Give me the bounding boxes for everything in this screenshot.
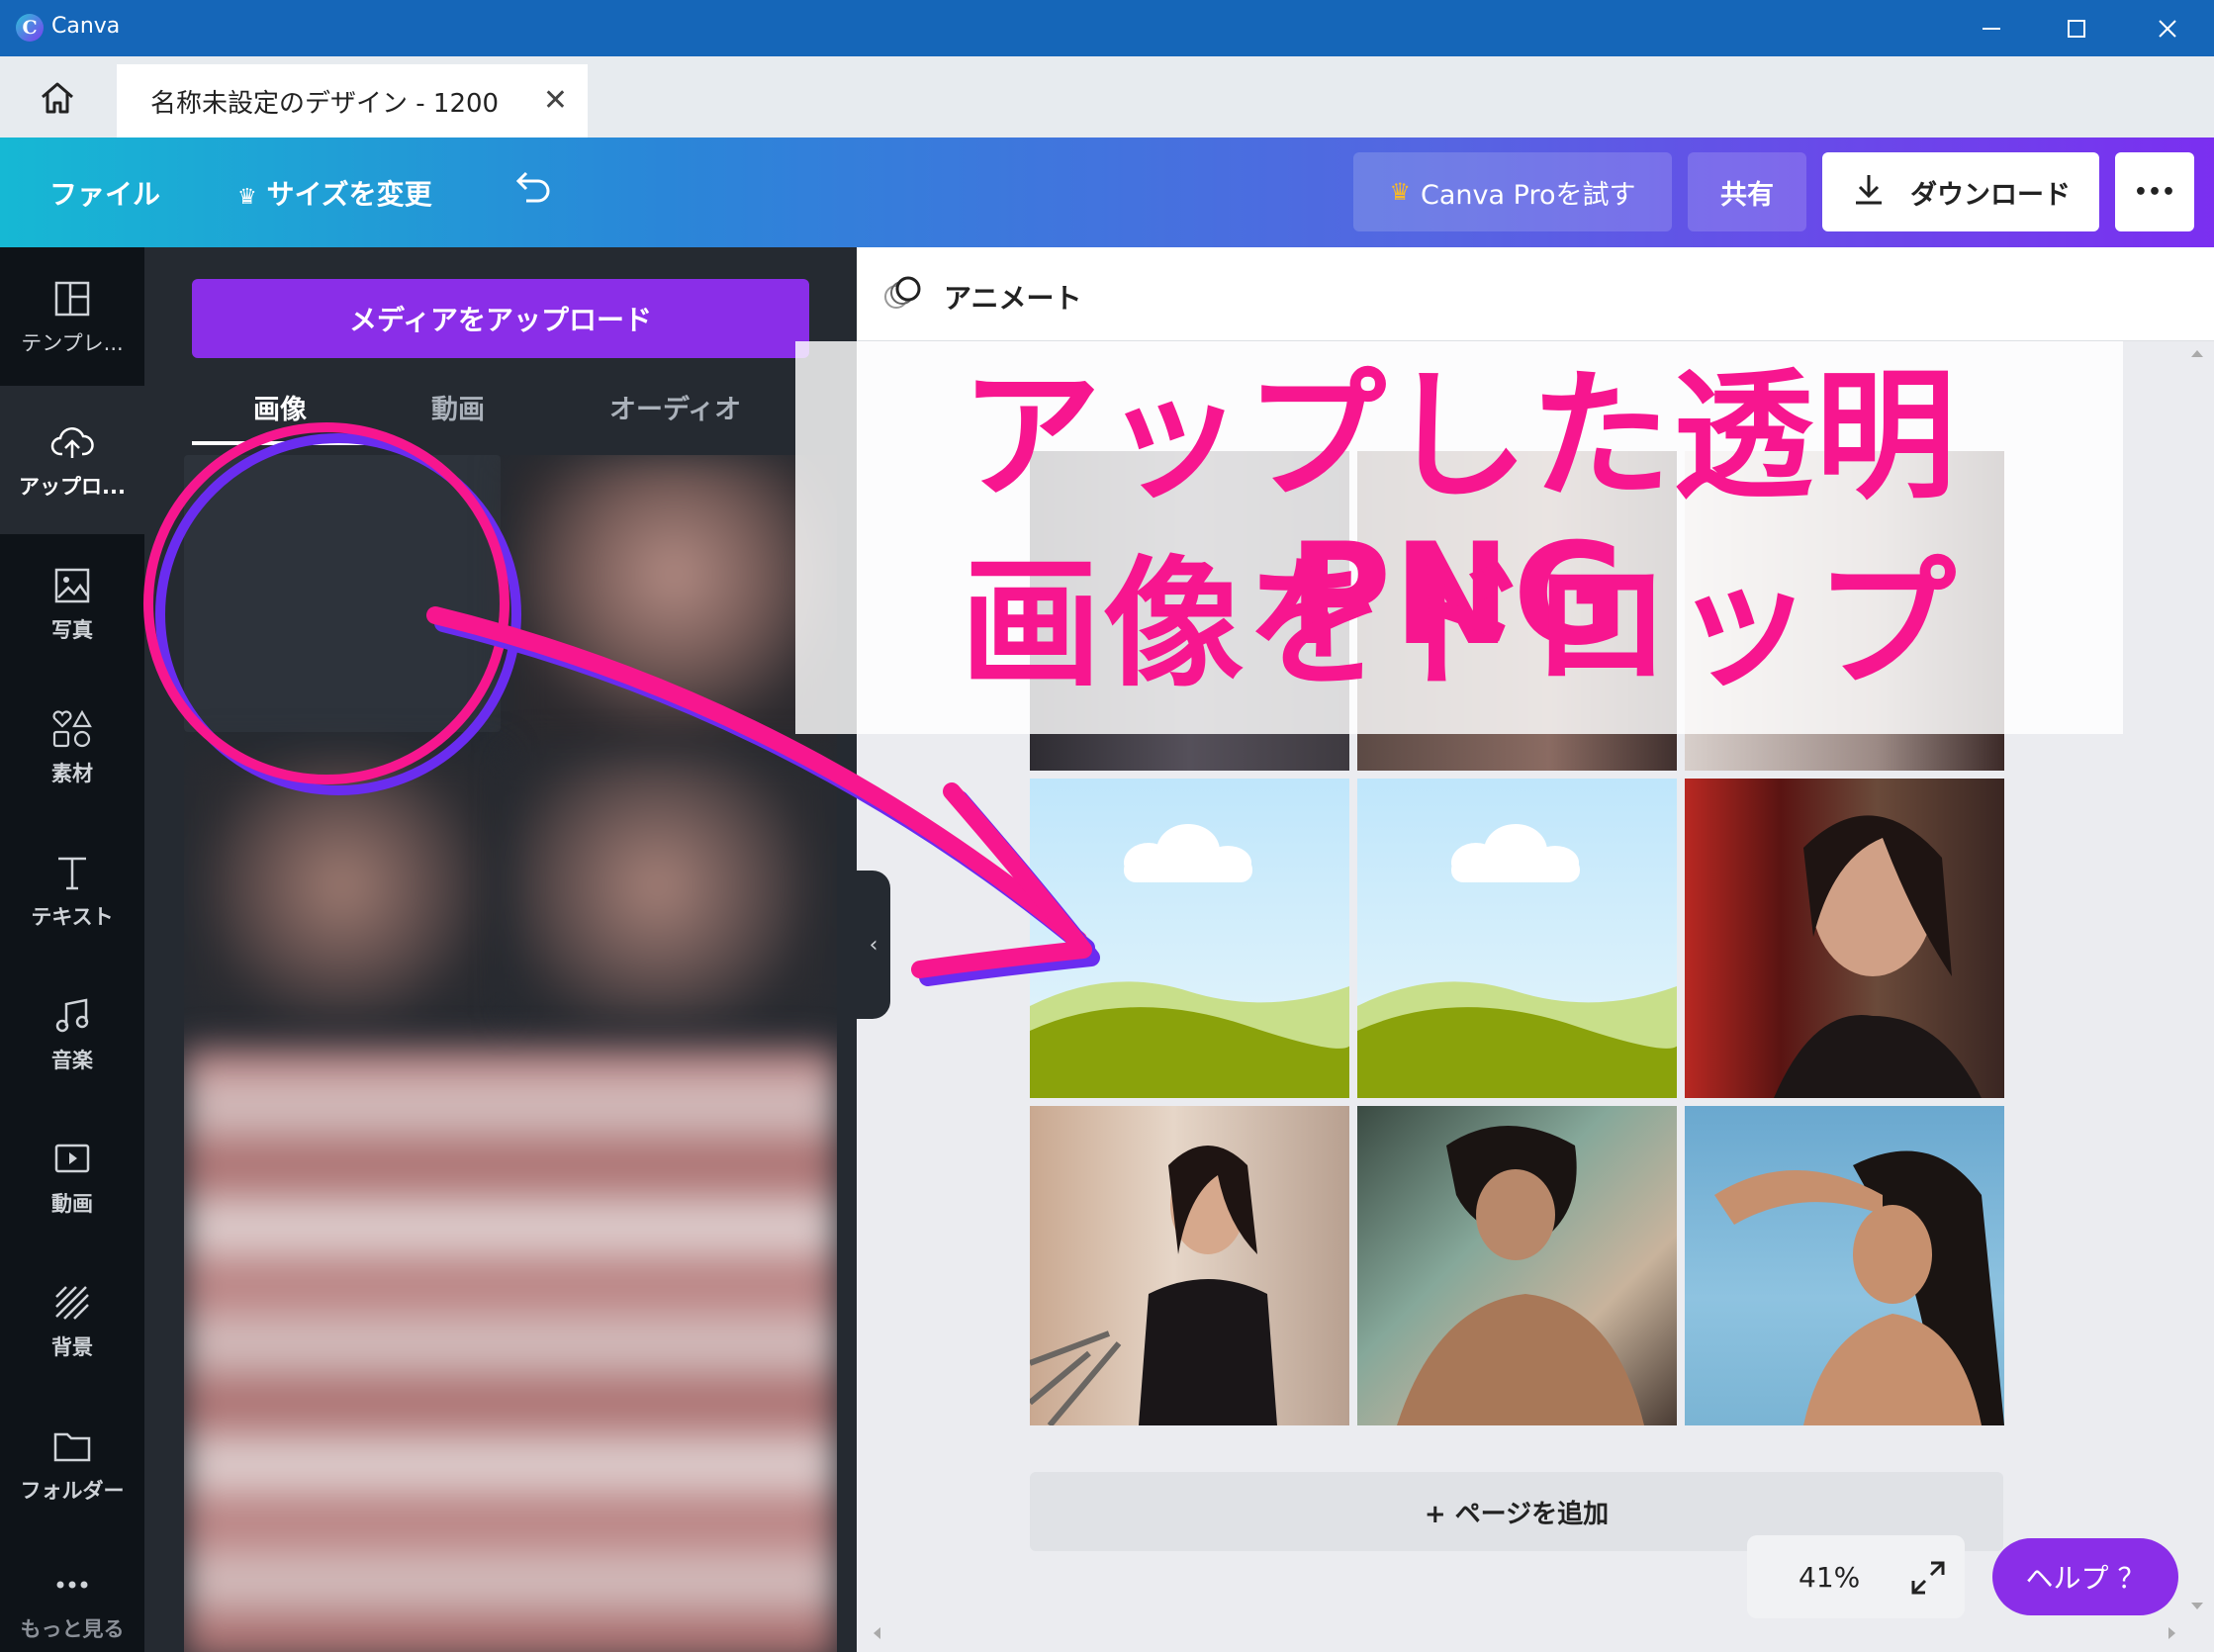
upload-cloud-icon	[49, 419, 95, 465]
uploaded-image-blurred[interactable]	[510, 455, 837, 752]
collapse-panel-chevron-icon[interactable]: ‹	[857, 871, 890, 1019]
rail-item-elements[interactable]: 素材	[0, 678, 144, 816]
home-icon[interactable]	[22, 74, 93, 122]
file-menu[interactable]: ファイル	[49, 173, 160, 213]
tab-images[interactable]: 画像	[253, 388, 307, 426]
grid-photo-woman-portrait[interactable]	[1685, 779, 2004, 1098]
share-button[interactable]: 共有	[1688, 152, 1806, 231]
rail-item-text[interactable]: テキスト	[0, 821, 144, 960]
tab-audio[interactable]: オーディオ	[609, 388, 741, 426]
zoom-level[interactable]: 41%	[1799, 1561, 1860, 1594]
annotation-line-2: 画像をドロップ	[961, 543, 1958, 706]
close-tab-icon[interactable]: ✕	[543, 83, 568, 118]
more-options-button[interactable]: •••	[2115, 152, 2194, 231]
grid-placeholder-landscape[interactable]	[1030, 779, 1349, 1098]
template-icon	[49, 276, 95, 321]
help-button[interactable]: ヘルプ ？	[1992, 1538, 2178, 1615]
uploaded-transparent-png[interactable]	[184, 455, 501, 732]
download-icon	[1851, 171, 1887, 214]
undo-icon[interactable]	[510, 165, 554, 216]
elements-icon	[49, 706, 95, 752]
upload-media-button[interactable]: メディアをアップロード	[192, 279, 809, 358]
rail-item-uploads[interactable]: アップロ...	[0, 386, 144, 534]
rail-item-folder[interactable]: フォルダー	[0, 1395, 144, 1533]
rail-item-more[interactable]: もっと見る	[0, 1533, 144, 1652]
active-tab-indicator	[192, 441, 368, 445]
document-tab-title: 名称未設定のデザイン - 1200	[150, 88, 500, 119]
side-rail: テンプレ... アップロ... 写真 素材 テキスト 音楽 動画 背景 フォルダ…	[0, 247, 144, 1652]
grid-photo-woman-sky[interactable]	[1685, 1106, 2004, 1425]
close-window-icon[interactable]	[2123, 0, 2212, 56]
tab-strip: 名称未設定のデザイン - 1200 ✕	[0, 56, 2214, 138]
grid-placeholder-landscape[interactable]	[1357, 779, 1677, 1098]
more-icon	[49, 1562, 95, 1607]
crown-icon: ♛	[1389, 178, 1412, 206]
try-pro-button[interactable]: ♛ Canva Proを試す	[1353, 152, 1672, 231]
text-icon	[49, 850, 95, 895]
rail-item-music[interactable]: 音楽	[0, 964, 144, 1103]
download-button[interactable]: ダウンロード	[1822, 152, 2099, 231]
grid-photo-woman-sun[interactable]	[1357, 1106, 1677, 1425]
fullscreen-icon[interactable]	[1909, 1559, 1947, 1601]
maximize-icon[interactable]	[2032, 0, 2121, 56]
background-icon	[49, 1280, 95, 1326]
minimize-icon[interactable]	[1947, 0, 2036, 56]
grid-photo-woman-railing[interactable]	[1030, 1106, 1349, 1425]
rail-item-video[interactable]: 動画	[0, 1108, 144, 1246]
uploaded-image-blurred[interactable]	[184, 752, 501, 1019]
app-title: Canva	[51, 14, 121, 39]
folder-icon	[49, 1423, 95, 1469]
crown-icon: ♛	[237, 185, 257, 210]
editor-toolbar: ファイル ♛ サイズを変更 ♛ Canva Proを試す 共有 ダウンロード •…	[0, 138, 2214, 247]
rail-item-templates[interactable]: テンプレ...	[0, 247, 144, 386]
rail-item-photos[interactable]: 写真	[0, 534, 144, 673]
canva-logo-icon: C	[16, 14, 44, 42]
music-icon	[49, 993, 95, 1039]
vertical-scrollbar[interactable]	[2186, 341, 2208, 1622]
photo-icon	[49, 563, 95, 608]
uploads-panel: メディアをアップロード 画像 動画 オーディオ	[144, 247, 857, 1652]
uploaded-image-blurred[interactable]	[510, 752, 837, 1019]
tab-videos[interactable]: 動画	[431, 388, 485, 426]
animate-button[interactable]: アニメート	[944, 277, 1081, 317]
uploaded-image-blurred[interactable]	[184, 1049, 837, 1652]
rail-item-background[interactable]: 背景	[0, 1251, 144, 1390]
uploaded-images-grid	[184, 455, 837, 1652]
horizontal-scrollbar[interactable]	[867, 1622, 2182, 1644]
document-tab[interactable]: 名称未設定のデザイン - 1200 ✕	[117, 64, 588, 138]
resize-button[interactable]: ♛ サイズを変更	[237, 173, 432, 213]
video-icon	[49, 1137, 95, 1182]
animate-icon[interactable]	[882, 273, 926, 313]
title-bar: C Canva	[0, 0, 2214, 56]
